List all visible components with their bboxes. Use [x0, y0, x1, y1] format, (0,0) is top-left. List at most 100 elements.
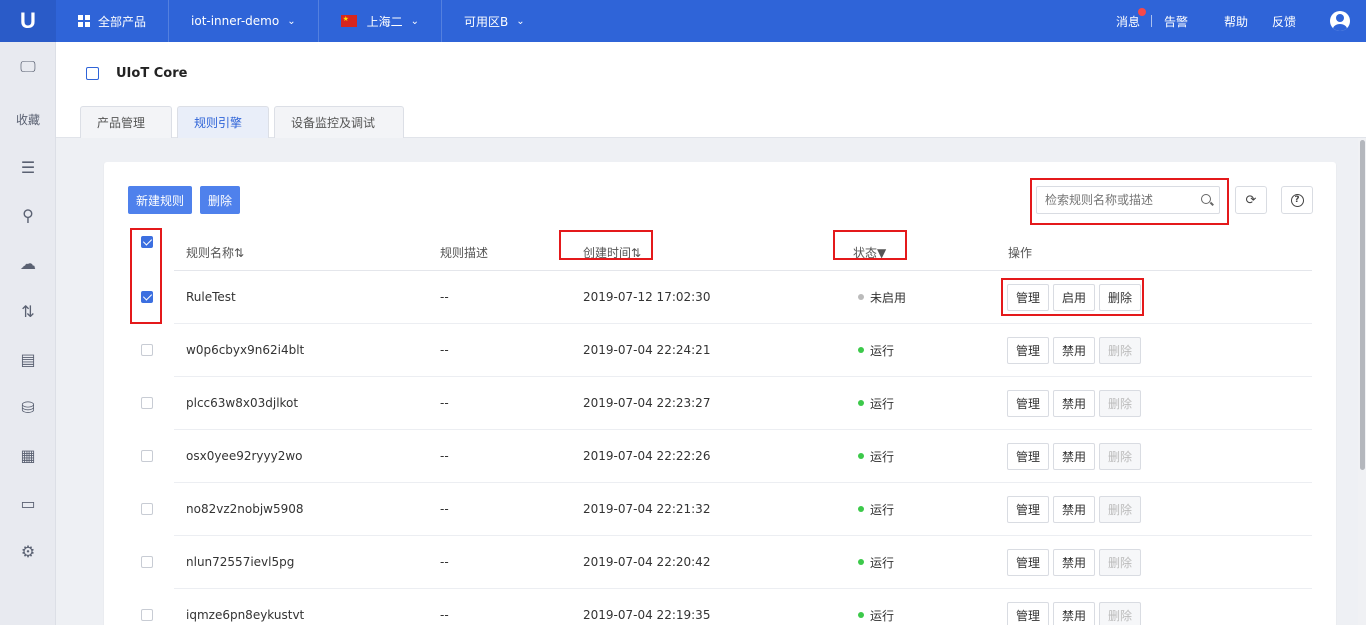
all-products-label: 全部产品: [98, 14, 147, 29]
transfer-icon[interactable]: ⇅: [0, 296, 56, 326]
user-avatar[interactable]: [1330, 11, 1350, 31]
toggle-button[interactable]: 启用: [1053, 284, 1096, 311]
status-cell: 运行: [858, 536, 894, 588]
created-time: 2019-07-12 17:02:30: [583, 290, 711, 304]
rule-name: no82vz2nobjw5908: [186, 502, 304, 516]
created-time: 2019-07-04 22:20:42: [583, 555, 711, 569]
document-icon[interactable]: ▤: [0, 344, 56, 374]
manage-button[interactable]: 管理: [1007, 443, 1050, 470]
row-checkbox[interactable]: [141, 450, 153, 462]
row-checkbox[interactable]: [141, 609, 153, 621]
cloud-icon[interactable]: ☁: [0, 248, 56, 278]
settings-gear-icon[interactable]: ⚙: [0, 536, 56, 566]
top-right-links: 消息 告警 帮助 反馈: [1104, 0, 1366, 42]
manage-button[interactable]: 管理: [1007, 284, 1050, 311]
status-label: 未启用: [870, 290, 907, 305]
row-checkbox[interactable]: [141, 503, 153, 515]
zone-selector[interactable]: 可用区B ⌄: [442, 0, 547, 42]
apps-icon[interactable]: ▦: [0, 440, 56, 470]
logo[interactable]: U: [0, 0, 56, 42]
new-rule-button[interactable]: 新建规则: [128, 186, 192, 214]
list-icon[interactable]: ▭: [0, 488, 56, 518]
scrollbar-thumb[interactable]: [1360, 140, 1365, 470]
rule-name: plcc63w8x03djlkot: [186, 396, 299, 410]
page-header: UIoT Core 产品管理 规则引擎 设备监控及调试: [56, 42, 1366, 138]
toggle-button[interactable]: 禁用: [1053, 390, 1096, 417]
status-dot-icon: [858, 612, 864, 618]
column-rule-name[interactable]: 规则名称⇅: [186, 234, 244, 270]
manage-button[interactable]: 管理: [1007, 390, 1050, 417]
toggle-button[interactable]: 禁用: [1053, 602, 1096, 625]
toggle-button[interactable]: 禁用: [1053, 337, 1096, 364]
row-checkbox[interactable]: [141, 291, 153, 303]
created-time: 2019-07-04 22:24:21: [583, 343, 711, 357]
server-icon[interactable]: ☰: [0, 152, 56, 182]
project-label: iot-inner-demo: [191, 14, 280, 28]
help-link[interactable]: 帮助: [1212, 13, 1260, 30]
rule-description: --: [440, 449, 449, 463]
messages-label: 消息: [1115, 14, 1140, 29]
search-input[interactable]: [1045, 193, 1195, 207]
project-selector[interactable]: iot-inner-demo ⌄: [169, 0, 319, 42]
toggle-button[interactable]: 禁用: [1053, 443, 1096, 470]
help-button[interactable]: ?: [1281, 186, 1313, 214]
manage-button[interactable]: 管理: [1007, 602, 1050, 625]
row-delete-button: 删除: [1099, 549, 1142, 576]
feedback-link[interactable]: 反馈: [1260, 13, 1308, 30]
toggle-button[interactable]: 禁用: [1053, 496, 1096, 523]
database-icon[interactable]: ⛁: [0, 392, 56, 422]
tab-rule-engine[interactable]: 规则引擎: [177, 106, 269, 138]
monitor-icon[interactable]: 🖵: [0, 52, 56, 82]
row-checkbox[interactable]: [141, 344, 153, 356]
status-cell: 运行: [858, 324, 894, 376]
page-title: UIoT Core: [116, 66, 188, 81]
table-row: iqmze6pn8eykustvt -- 2019-07-04 22:19:35 运行…: [104, 589, 1336, 625]
row-operations: 管理 禁用 删除: [1007, 337, 1142, 364]
left-sidebar: 🖵 收藏 ☰ ⚲ ☁ ⇅ ▤ ⛁ ▦ ▭ ⚙: [0, 42, 56, 625]
network-icon[interactable]: ⚲: [0, 200, 56, 230]
row-delete-button: 删除: [1099, 337, 1142, 364]
tab-product-management[interactable]: 产品管理: [80, 106, 172, 138]
status-dot-icon: [858, 559, 864, 565]
table-row: w0p6cbyx9n62i4blt -- 2019-07-04 22:24:21 运行…: [104, 324, 1336, 377]
messages-link[interactable]: 消息: [1104, 7, 1152, 30]
row-operations: 管理 禁用 删除: [1007, 443, 1142, 470]
search-field[interactable]: [1036, 186, 1220, 214]
all-products-menu[interactable]: 全部产品: [56, 0, 170, 42]
row-checkbox[interactable]: [141, 556, 153, 568]
column-rule-description: 规则描述: [440, 245, 489, 260]
column-status[interactable]: 状态▼: [853, 234, 886, 270]
status-label: 运行: [870, 396, 895, 411]
created-time: 2019-07-04 22:19:35: [583, 608, 711, 622]
region-label: 上海二: [366, 14, 403, 29]
row-delete-button: 删除: [1099, 390, 1142, 417]
select-all-checkbox[interactable]: [141, 236, 153, 248]
region-selector[interactable]: 上海二 ⌄: [319, 0, 442, 42]
status-label: 运行: [870, 343, 895, 358]
created-time: 2019-07-04 22:21:32: [583, 502, 711, 516]
manage-button[interactable]: 管理: [1007, 337, 1050, 364]
row-operations: 管理 禁用 删除: [1007, 390, 1142, 417]
search-icon[interactable]: [1201, 194, 1211, 204]
toggle-button[interactable]: 禁用: [1053, 549, 1096, 576]
table-row: RuleTest -- 2019-07-12 17:02:30 未启用 管理 启用 删除: [104, 271, 1336, 324]
zone-label: 可用区B: [463, 14, 509, 29]
product-icon: [86, 67, 99, 80]
status-dot-icon: [858, 294, 864, 300]
column-created-time[interactable]: 创建时间⇅: [583, 234, 641, 270]
row-checkbox[interactable]: [141, 397, 153, 409]
manage-button[interactable]: 管理: [1007, 496, 1050, 523]
manage-button[interactable]: 管理: [1007, 549, 1050, 576]
china-flag-icon: [340, 15, 357, 27]
alerts-link[interactable]: 告警: [1152, 13, 1200, 30]
tab-device-monitoring[interactable]: 设备监控及调试: [274, 106, 404, 138]
status-dot-icon: [858, 400, 864, 406]
refresh-button[interactable]: ⟳: [1235, 186, 1267, 214]
favorites-label[interactable]: 收藏: [0, 104, 56, 134]
status-label: 运行: [870, 502, 895, 517]
row-delete-button[interactable]: 删除: [1099, 284, 1142, 311]
table-row: nlun72557ievl5pg -- 2019-07-04 22:20:42 运行 管…: [104, 536, 1336, 589]
delete-button[interactable]: 删除: [200, 186, 240, 214]
rule-description: --: [440, 502, 449, 516]
row-delete-button: 删除: [1099, 443, 1142, 470]
